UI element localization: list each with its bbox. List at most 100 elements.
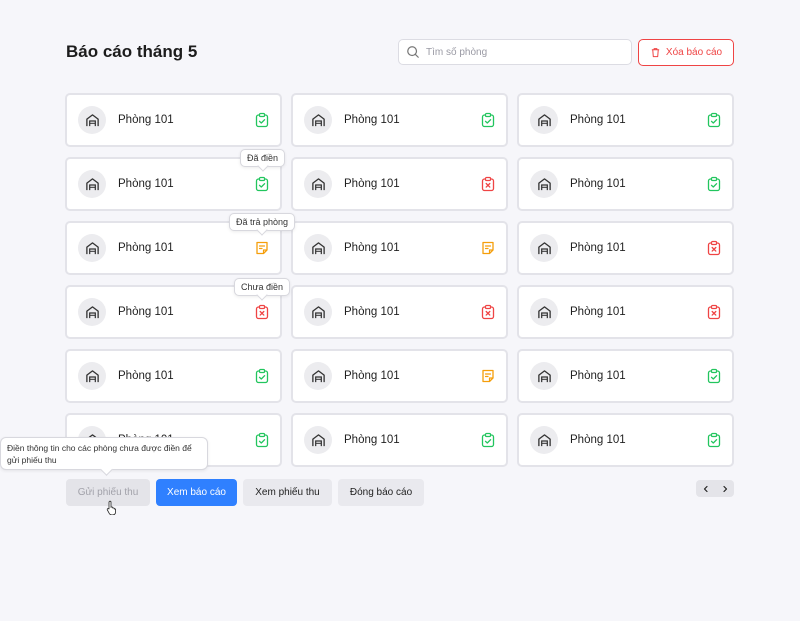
room-card[interactable]: Phòng 101 (517, 285, 734, 339)
room-name: Phòng 101 (344, 306, 400, 318)
room-grid: Phòng 101 Phòng 101 Phòng 101 Phòng 101 … (65, 93, 734, 467)
avatar (304, 426, 332, 454)
room-card[interactable]: Phòng 101 (517, 349, 734, 403)
room-name: Phòng 101 (570, 434, 626, 446)
status-filled-icon (706, 368, 722, 384)
note-returned-icon (482, 369, 494, 383)
room-name: Phòng 101 (118, 114, 174, 126)
status-filled-icon (254, 112, 270, 128)
room-card[interactable]: Phòng 101 (65, 93, 282, 147)
prev-page-button[interactable] (696, 480, 715, 497)
clipboard-check-icon (707, 368, 721, 384)
search-icon (407, 46, 419, 58)
room-card[interactable]: Phòng 101 (517, 221, 734, 275)
search-input[interactable] (426, 46, 626, 58)
room-name: Phòng 101 (344, 178, 400, 190)
avatar (78, 170, 106, 198)
room-card[interactable]: Phòng 101 (517, 157, 734, 211)
room-name: Phòng 101 (344, 114, 400, 126)
avatar (304, 106, 332, 134)
clipboard-check-icon (255, 176, 269, 192)
room-name: Phòng 101 (570, 114, 626, 126)
clipboard-x-icon (481, 176, 495, 192)
clipboard-check-icon (707, 112, 721, 128)
room-card[interactable]: Phòng 101 (517, 413, 734, 467)
room-card[interactable]: Phòng 101 (291, 285, 508, 339)
room-name: Phòng 101 (118, 370, 174, 382)
delete-report-label: Xóa báo cáo (665, 47, 723, 58)
status-not-filled-icon (706, 304, 722, 320)
avatar (78, 106, 106, 134)
tooltip-returned: Đã trả phòng (229, 213, 296, 231)
house-icon (311, 433, 325, 446)
chevron-left-icon (703, 485, 708, 492)
house-icon (311, 241, 325, 254)
clipboard-x-icon (707, 304, 721, 320)
search-box[interactable] (398, 39, 632, 65)
clipboard-check-icon (707, 176, 721, 192)
note-returned-icon (482, 241, 494, 255)
house-icon (85, 113, 99, 126)
status-filled-icon (480, 432, 496, 448)
pagination (696, 480, 734, 497)
delete-report-button[interactable]: Xóa báo cáo (638, 39, 734, 66)
room-card[interactable]: Phòng 101 (291, 349, 508, 403)
status-returned-icon (480, 368, 496, 384)
avatar (304, 298, 332, 326)
room-name: Phòng 101 (118, 178, 174, 190)
room-name: Phòng 101 (118, 306, 174, 318)
clipboard-x-icon (481, 304, 495, 320)
avatar (78, 298, 106, 326)
tooltip-send-hint: Điền thông tin cho các phòng chưa được đ… (0, 437, 208, 470)
status-filled-icon (706, 176, 722, 192)
page-title: Báo cáo tháng 5 (66, 42, 198, 61)
room-card[interactable]: Phòng 101 (65, 349, 282, 403)
status-filled-icon (254, 432, 270, 448)
next-page-button[interactable] (715, 480, 734, 497)
house-icon (85, 369, 99, 382)
room-card[interactable]: Phòng 101 (291, 93, 508, 147)
house-icon (537, 177, 551, 190)
house-icon (311, 305, 325, 318)
close-report-button[interactable]: Đóng báo cáo (338, 479, 424, 506)
chevron-right-icon (722, 485, 727, 492)
room-card[interactable]: Phòng 101 (291, 157, 508, 211)
room-card[interactable]: Phòng 101 (517, 93, 734, 147)
tooltip-not-filled: Chưa điền (234, 278, 291, 296)
status-not-filled-icon (254, 304, 270, 320)
room-card[interactable]: Phòng 101 (291, 221, 508, 275)
room-name: Phòng 101 (570, 178, 626, 190)
avatar (78, 362, 106, 390)
house-icon (85, 177, 99, 190)
status-returned-icon (254, 240, 270, 256)
status-filled-icon (706, 432, 722, 448)
clipboard-check-icon (707, 432, 721, 448)
house-icon (311, 369, 325, 382)
house-icon (537, 369, 551, 382)
house-icon (85, 241, 99, 254)
clipboard-x-icon (255, 304, 269, 320)
trash-icon (651, 48, 660, 58)
room-card[interactable]: Phòng 101 (291, 413, 508, 467)
clipboard-check-icon (481, 432, 495, 448)
tooltip-filled: Đã điền (240, 149, 286, 167)
avatar (78, 234, 106, 262)
avatar (530, 234, 558, 262)
status-filled-icon (480, 112, 496, 128)
room-name: Phòng 101 (344, 434, 400, 446)
note-returned-icon (256, 241, 268, 255)
room-name: Phòng 101 (344, 370, 400, 382)
room-name: Phòng 101 (570, 306, 626, 318)
room-name: Phòng 101 (570, 242, 626, 254)
house-icon (537, 241, 551, 254)
status-returned-icon (480, 240, 496, 256)
room-name: Phòng 101 (344, 242, 400, 254)
house-icon (537, 433, 551, 446)
view-report-button[interactable]: Xem báo cáo (156, 479, 237, 506)
house-icon (311, 113, 325, 126)
status-not-filled-icon (480, 176, 496, 192)
house-icon (85, 305, 99, 318)
view-receipt-button[interactable]: Xem phiếu thu (243, 479, 332, 506)
house-icon (311, 177, 325, 190)
status-filled-icon (254, 368, 270, 384)
